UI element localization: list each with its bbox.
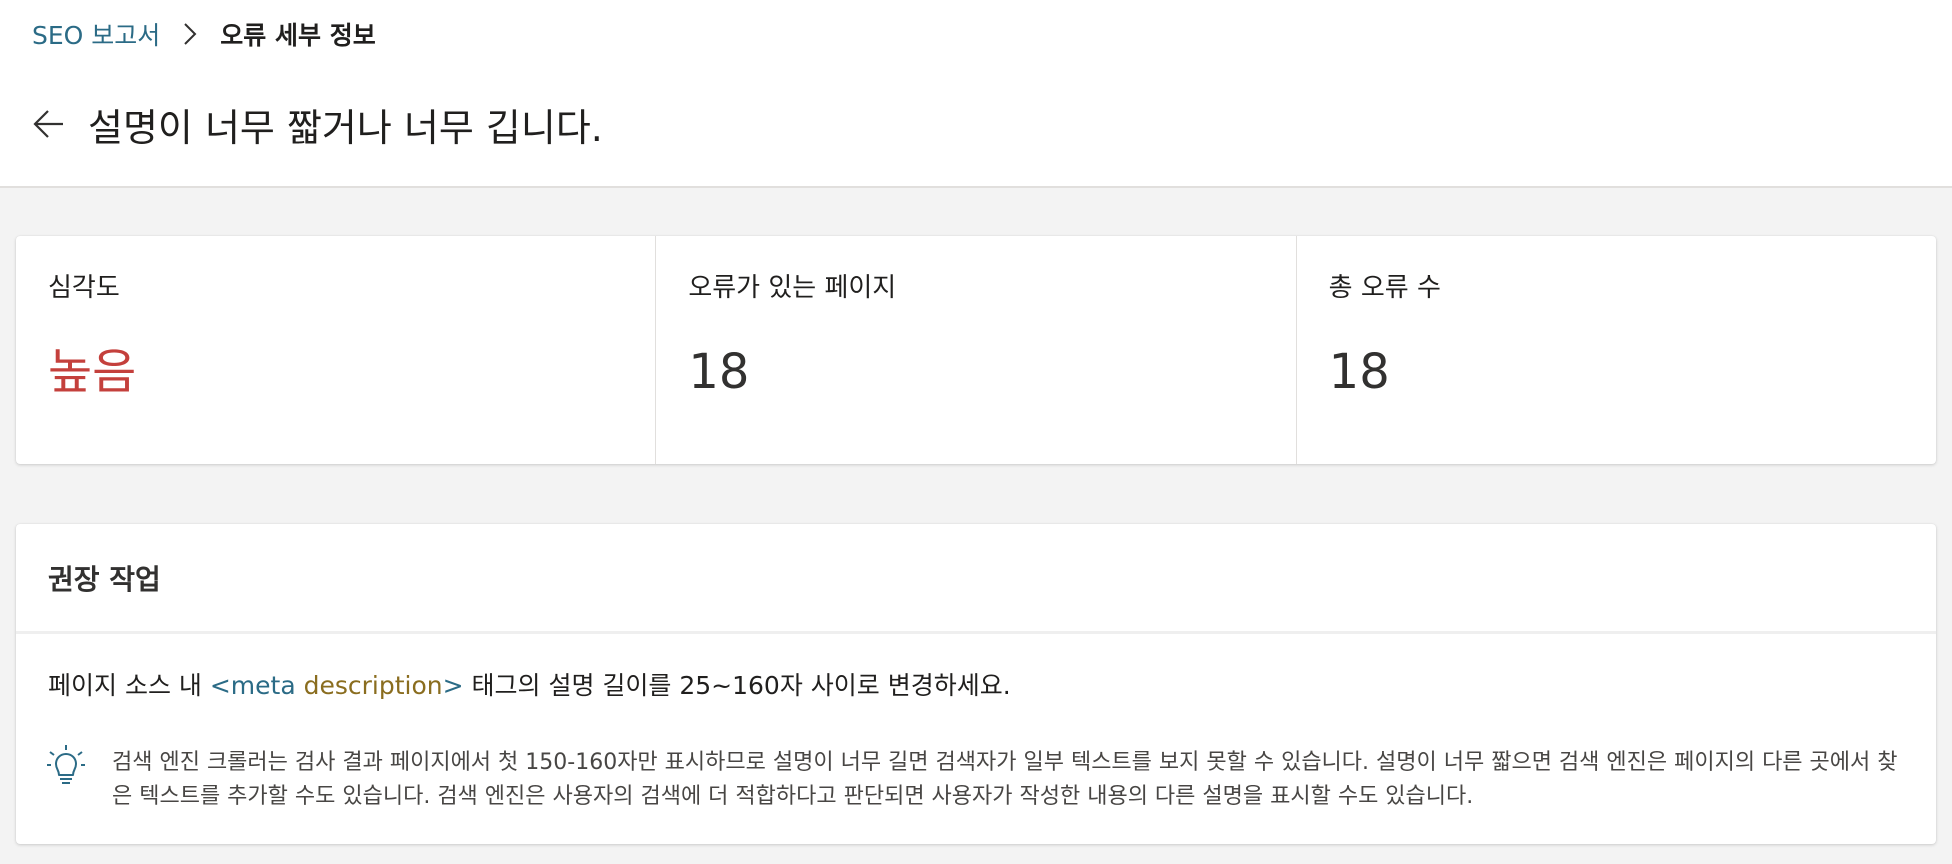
back-button[interactable] (32, 107, 66, 141)
metric-label-pages-with-errors: 오류가 있는 페이지 (688, 273, 897, 303)
metric-value-pages-with-errors: 18 (688, 344, 750, 400)
tip-row: 검색 엔진 크롤러는 검사 결과 페이지에서 첫 150-160자만 표시하므로… (46, 744, 1906, 814)
metric-pages-with-errors: 오류가 있는 페이지 18 (656, 236, 1297, 464)
metric-label-severity: 심각도 (48, 273, 120, 303)
breadcrumb-current: 오류 세부 정보 (220, 21, 376, 50)
metric-label-total-errors: 총 오류 수 (1328, 273, 1441, 303)
tip-text: 검색 엔진 크롤러는 검사 결과 페이지에서 첫 150-160자만 표시하므로… (112, 750, 1898, 809)
breadcrumb: SEO 보고서 오류 세부 정보 (32, 14, 376, 54)
page-title: 설명이 너무 짧거나 너무 깁니다. (88, 105, 603, 150)
metric-total-errors: 총 오류 수 18 (1297, 236, 1936, 464)
recommended-actions-card: 권장 작업 페이지 소스 내 <meta description> 태그의 설명… (16, 524, 1936, 844)
arrow-left-icon (33, 110, 63, 138)
instruction-prefix: 페이지 소스 내 (48, 671, 210, 700)
metric-value-severity: 높음 (48, 344, 137, 400)
page-header: SEO 보고서 오류 세부 정보 설명이 너무 짧거나 너무 깁니다. (0, 0, 1952, 188)
code-tag-close: > (442, 671, 464, 700)
lightbulb-icon (46, 744, 86, 788)
metrics-card: 심각도 높음 오류가 있는 페이지 18 총 오류 수 18 (16, 236, 1936, 464)
metric-value-total-errors: 18 (1328, 344, 1390, 400)
title-row: 설명이 너무 짧거나 너무 깁니다. (32, 96, 603, 152)
instruction-suffix: 태그의 설명 길이를 25~160자 사이로 변경하세요. (463, 671, 1011, 700)
recommended-actions-header: 권장 작업 (16, 524, 1936, 634)
recommended-actions-title: 권장 작업 (48, 562, 161, 596)
chevron-right-icon (160, 22, 220, 46)
code-tag-open: <meta (209, 671, 304, 700)
action-instruction: 페이지 소스 내 <meta description> 태그의 설명 길이를 2… (48, 666, 1011, 702)
code-attr-description: description (303, 671, 443, 700)
breadcrumb-link-seo-report[interactable]: SEO 보고서 (32, 16, 160, 52)
metric-severity: 심각도 높음 (16, 236, 657, 464)
